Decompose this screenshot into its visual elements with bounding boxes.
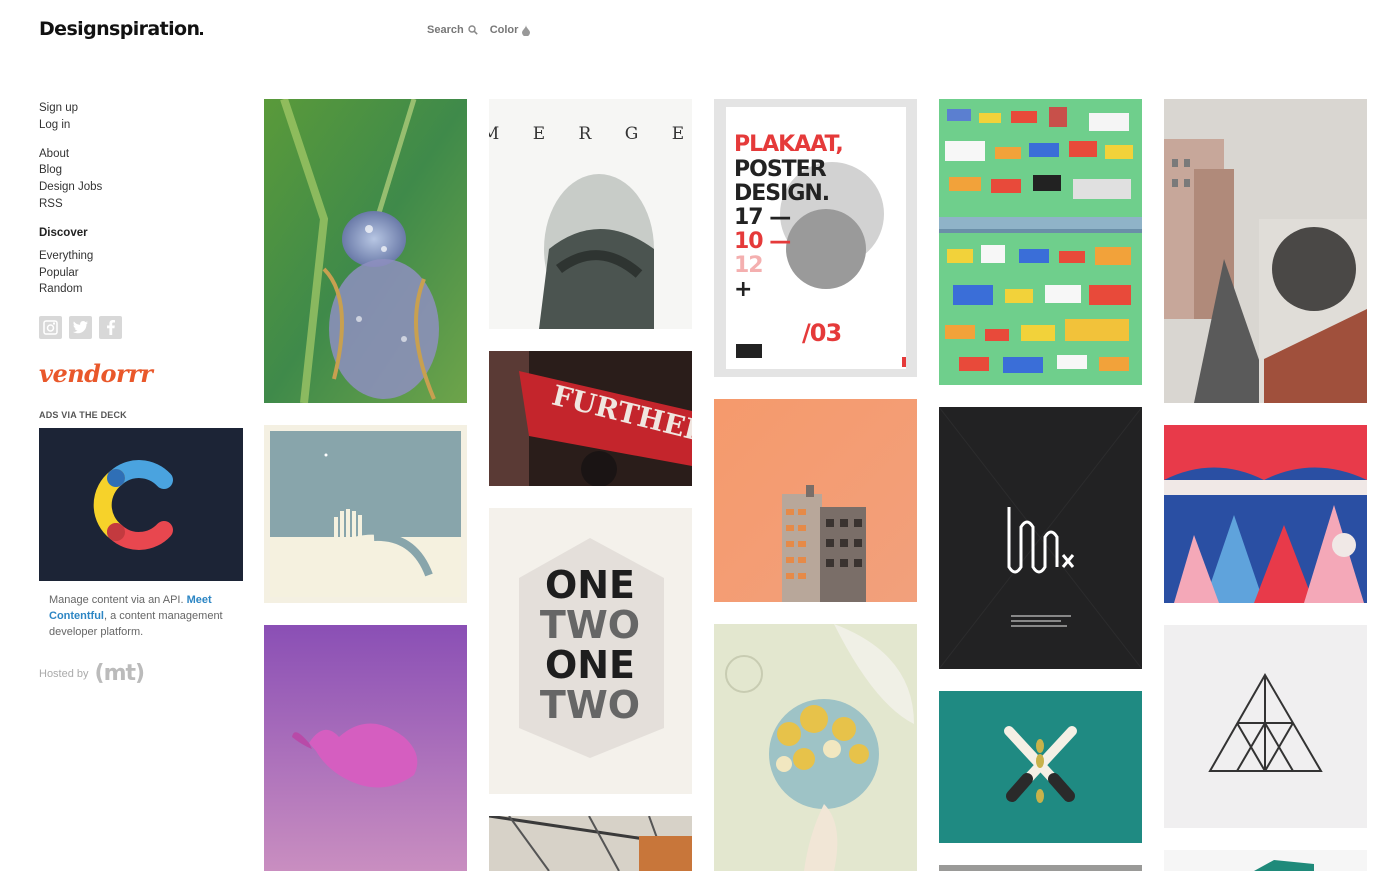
- tile-merge-poster[interactable]: M E R G E: [489, 99, 692, 329]
- hosted-by: Hosted by (mt): [39, 661, 244, 686]
- plakaat-number: /03: [802, 319, 841, 347]
- tile-traffic-illustration[interactable]: [939, 99, 1142, 385]
- logo-dot: [200, 32, 204, 35]
- sidebar: Sign up Log in About Blog Design Jobs RS…: [39, 100, 244, 686]
- tile-dragonfly-photo[interactable]: [264, 99, 467, 403]
- contentful-logo-icon: [93, 459, 173, 550]
- one-text-2: ONE: [545, 643, 635, 687]
- two-text-2: TWO: [540, 683, 640, 727]
- tile-further-bicycle-photo[interactable]: FURTHER: [489, 351, 692, 486]
- tile-one-two-typography-poster[interactable]: ONE TWO ONE TWO: [489, 508, 692, 794]
- tile-scissors-poster[interactable]: [939, 691, 1142, 843]
- facebook-icon[interactable]: [99, 316, 122, 340]
- hosted-by-label: Hosted by: [39, 667, 89, 680]
- plakaat-line-4: 17 —: [734, 205, 790, 230]
- tile-green-tile[interactable]: [1164, 850, 1367, 871]
- search-link[interactable]: Search: [427, 24, 478, 36]
- account-links: Sign up Log in: [39, 100, 244, 134]
- tile-triangle-logo[interactable]: [1164, 625, 1367, 828]
- tile-minimal-landscape-poster[interactable]: [264, 425, 467, 603]
- merge-title: M E R G E: [489, 124, 692, 144]
- tile-plakaat-poster[interactable]: PLAKAAT, POSTER DESIGN. 17 — 10 — 12 + /…: [714, 99, 917, 377]
- twitter-icon[interactable]: [69, 316, 92, 340]
- search-icon: [468, 25, 478, 35]
- plakaat-line-2: POSTER: [734, 157, 827, 182]
- two-text-1: TWO: [540, 603, 640, 647]
- tile-wave-logo-poster[interactable]: [939, 407, 1142, 669]
- color-link[interactable]: Color: [490, 24, 531, 36]
- search-label: Search: [427, 24, 464, 36]
- tile-flower-head-illustration[interactable]: [714, 624, 917, 871]
- plakaat-line-1: PLAKAAT,: [734, 132, 843, 157]
- social-links: [39, 316, 244, 340]
- log-in-link[interactable]: Log in: [39, 117, 244, 134]
- sign-up-link[interactable]: Sign up: [39, 100, 244, 117]
- plakaat-line-5: 10 —: [734, 229, 790, 254]
- tile-interior-photo[interactable]: [489, 816, 692, 871]
- everything-link[interactable]: Everything: [39, 248, 244, 265]
- top-nav: Search Color: [427, 24, 531, 36]
- one-text-1: ONE: [545, 563, 635, 607]
- color-drop-icon: [522, 24, 531, 36]
- instagram-icon[interactable]: [39, 316, 62, 340]
- plakaat-line-7: +: [734, 277, 751, 302]
- plakaat-line-6: 12: [734, 253, 763, 278]
- design-jobs-link[interactable]: Design Jobs: [39, 179, 244, 196]
- site-logo[interactable]: Designspiration: [39, 18, 204, 40]
- plakaat-line-3: DESIGN.: [734, 181, 829, 206]
- tile-whale-poster[interactable]: [264, 625, 467, 871]
- rss-link[interactable]: RSS: [39, 196, 244, 213]
- tile-orange-building-photo[interactable]: [714, 399, 917, 602]
- tile-geometric-animals-illustration[interactable]: [1164, 425, 1367, 603]
- tile-grey-tile[interactable]: [939, 865, 1142, 871]
- discover-heading: Discover: [39, 226, 88, 239]
- about-link[interactable]: About: [39, 146, 244, 163]
- site-logo-text: Designspiration: [39, 18, 200, 40]
- discover-links: Everything Popular Random: [39, 248, 244, 298]
- ads-label: ADS VIA THE DECK: [39, 410, 127, 421]
- popular-link[interactable]: Popular: [39, 265, 244, 282]
- tile-street-mural-photo[interactable]: [1164, 99, 1367, 403]
- random-link[interactable]: Random: [39, 281, 244, 298]
- blog-link[interactable]: Blog: [39, 162, 244, 179]
- ad-text: Manage content via an API. Meet Contentf…: [39, 592, 244, 640]
- color-label: Color: [489, 24, 519, 36]
- vendorrr-logo[interactable]: vendorrr: [39, 359, 244, 388]
- ad-text-before: Manage content via an API.: [49, 594, 184, 607]
- contentful-ad-image[interactable]: [39, 428, 243, 582]
- media-temple-logo[interactable]: (mt): [95, 661, 146, 686]
- info-links: About Blog Design Jobs RSS: [39, 146, 244, 213]
